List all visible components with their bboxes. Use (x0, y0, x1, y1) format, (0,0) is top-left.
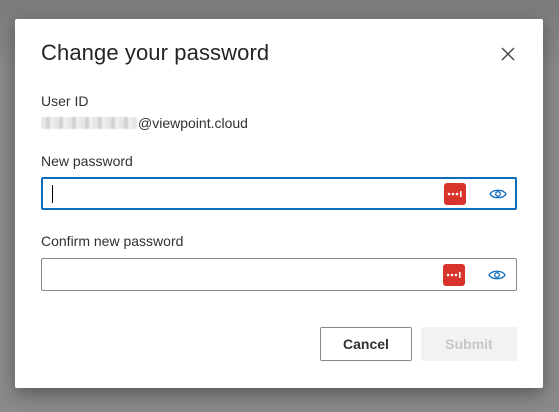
cancel-button[interactable]: Cancel (320, 327, 412, 361)
password-manager-icon[interactable] (443, 264, 465, 286)
submit-button[interactable]: Submit (421, 327, 517, 361)
show-confirm-password-button[interactable] (486, 264, 508, 286)
show-password-button[interactable] (487, 183, 509, 205)
new-password-field[interactable] (41, 177, 517, 210)
close-icon (501, 47, 515, 61)
eye-icon (489, 189, 507, 199)
user-id-value: @viewpoint.cloud (41, 115, 248, 131)
new-password-label: New password (41, 153, 133, 169)
change-password-dialog: Change your password User ID @viewpoint.… (15, 19, 543, 388)
confirm-password-input[interactable] (50, 259, 430, 290)
eye-icon (488, 270, 506, 280)
user-id-label: User ID (41, 93, 89, 109)
close-button[interactable] (497, 43, 519, 65)
confirm-password-label: Confirm new password (41, 233, 184, 249)
redacted-username (41, 117, 137, 129)
user-id-domain: @viewpoint.cloud (138, 115, 248, 131)
new-password-input[interactable] (51, 179, 431, 208)
dialog-title: Change your password (41, 40, 270, 65)
confirm-password-field[interactable] (41, 258, 517, 291)
password-manager-icon[interactable] (444, 183, 466, 205)
text-caret (52, 185, 53, 203)
